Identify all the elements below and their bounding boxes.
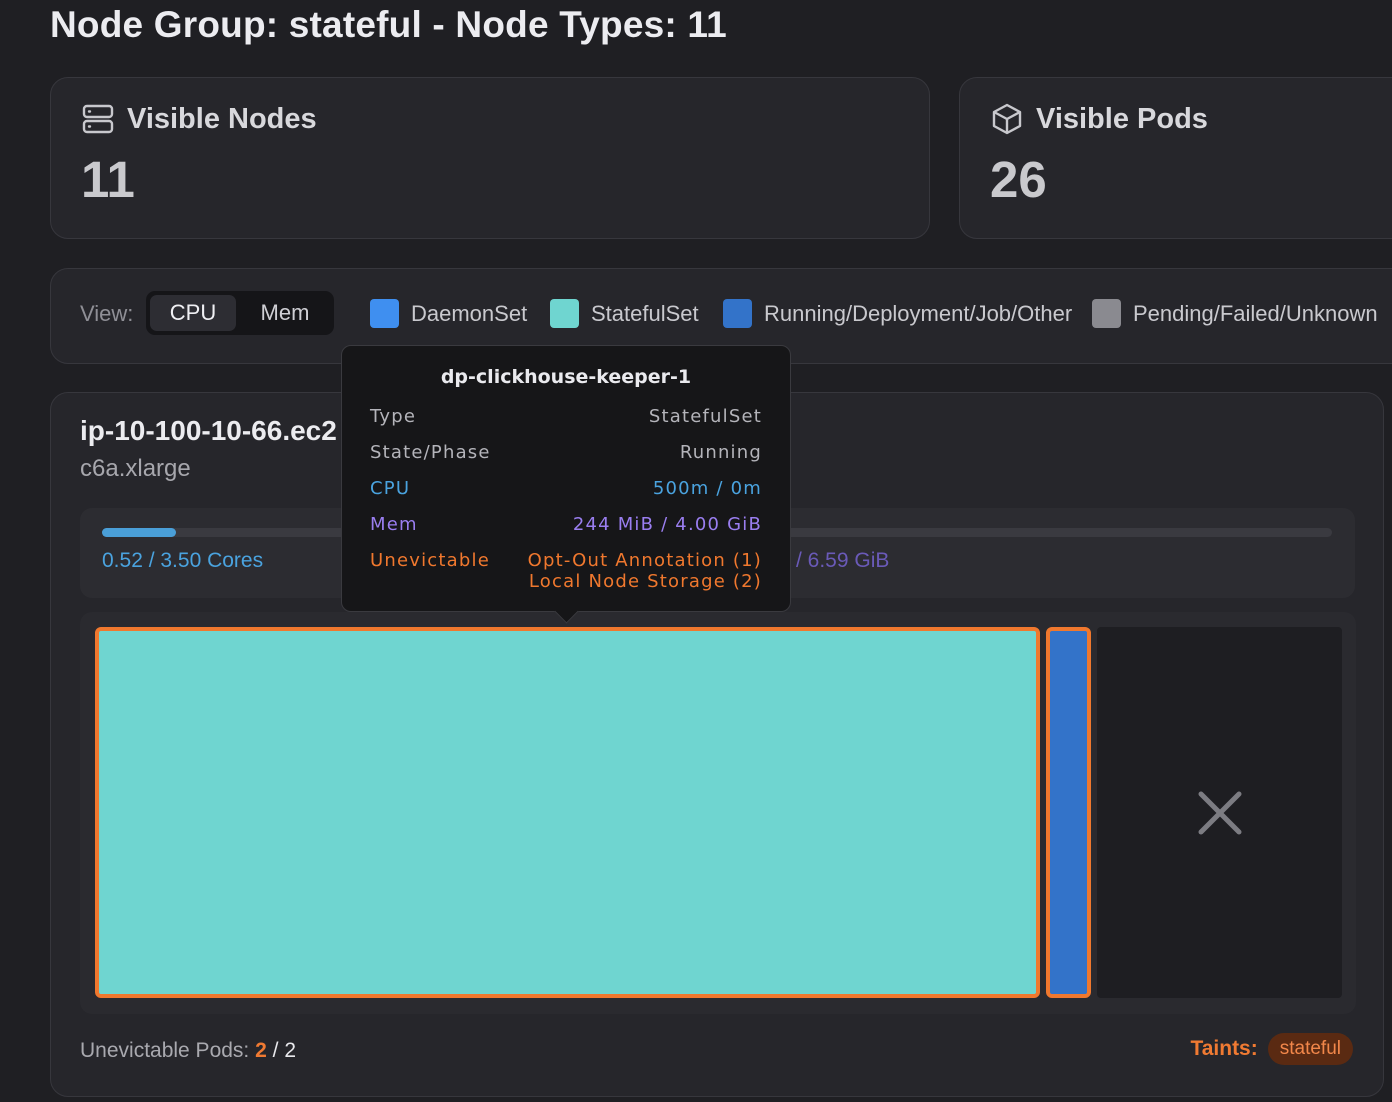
node-instance-type: c6a.xlarge: [80, 455, 191, 482]
cube-icon: [990, 102, 1024, 136]
tooltip-key: CPU: [370, 478, 411, 499]
tooltip-key: Mem: [370, 514, 418, 535]
legend-label: Pending/Failed/Unknown: [1133, 300, 1378, 326]
tooltip-value-line: Opt-Out Annotation (1): [527, 550, 762, 571]
tooltip-value: StatefulSet: [648, 406, 762, 427]
visible-pods-card: Visible Pods 26: [959, 77, 1392, 239]
tooltip-row-type: Type StatefulSet: [370, 406, 762, 427]
tooltip-row-state: State/Phase Running: [370, 442, 762, 463]
free-capacity-block: [1097, 627, 1342, 998]
close-icon: [1197, 790, 1243, 841]
pod-block-statefulset[interactable]: [95, 627, 1040, 998]
node-name: ip-10-100-10-66.ec2: [80, 415, 337, 446]
unevictable-pods: Unevictable Pods: 2 / 2: [80, 1039, 296, 1062]
tooltip-key: State/Phase: [370, 442, 491, 463]
legend-swatch: [1092, 299, 1121, 328]
legend-daemonset: DaemonSet: [370, 299, 527, 328]
unevictable-count: 2: [255, 1039, 267, 1062]
legend-swatch: [370, 299, 399, 328]
view-label: View:: [80, 301, 134, 326]
view-mem-button[interactable]: Mem: [240, 295, 330, 331]
server-icon: [81, 102, 115, 136]
tooltip-value: Running: [679, 442, 762, 463]
visible-pods-label: Visible Pods: [1036, 102, 1208, 135]
legend-label: Running/Deployment/Job/Other: [764, 300, 1073, 326]
pod-block-running[interactable]: [1046, 627, 1091, 998]
visible-nodes-card: Visible Nodes 11: [50, 77, 930, 239]
tooltip-value-line: Local Node Storage (2): [528, 571, 762, 592]
unevictable-total: 2: [284, 1039, 296, 1062]
taints: Taints: stateful: [1190, 1033, 1353, 1065]
page-title: Node Group: stateful - Node Types: 11: [50, 4, 727, 45]
legend-running: Running/Deployment/Job/Other: [723, 299, 1072, 328]
view-toggle: CPU Mem: [146, 291, 334, 335]
tooltip-row-mem: Mem 244 MiB / 4.00 GiB: [370, 514, 762, 535]
pod-tooltip: dp-clickhouse-keeper-1 Type StatefulSet …: [341, 345, 791, 612]
legend-label: DaemonSet: [411, 300, 528, 326]
legend-swatch: [550, 299, 579, 328]
tooltip-title: dp-clickhouse-keeper-1: [440, 366, 692, 388]
taints-label: Taints:: [1190, 1037, 1258, 1060]
tooltip-key: Unevictable: [370, 550, 490, 571]
cpu-usage-text: 0.52 / 3.50 Cores: [102, 549, 264, 572]
tooltip-value: Opt-Out Annotation (1) Local Node Storag…: [528, 550, 762, 592]
view-cpu-button[interactable]: CPU: [150, 295, 236, 331]
taint-badge: stateful: [1267, 1033, 1353, 1065]
tooltip-row-cpu: CPU 500m / 0m: [370, 478, 762, 499]
mem-usage-bar: [733, 528, 1332, 537]
legend-label: StatefulSet: [591, 300, 699, 326]
legend-swatch: [723, 299, 752, 328]
tooltip-value: 500m / 0m: [652, 478, 762, 499]
visible-nodes-value: 11: [81, 151, 135, 208]
tooltip-key: Type: [370, 406, 417, 427]
legend-statefulset: StatefulSet: [550, 299, 699, 328]
tooltip-value: 244 MiB / 4.00 GiB: [572, 514, 762, 535]
cpu-usage-fill: [102, 528, 177, 537]
unevictable-label: Unevictable Pods:: [80, 1039, 250, 1062]
visible-nodes-label: Visible Nodes: [127, 102, 317, 135]
legend-pending: Pending/Failed/Unknown: [1092, 299, 1378, 328]
pod-treemap: [80, 612, 1356, 1014]
visible-pods-value: 26: [990, 151, 1047, 208]
mem-usage-text: / 6.59 GiB: [796, 549, 890, 572]
tooltip-row-unevictable: Unevictable Opt-Out Annotation (1) Local…: [370, 550, 762, 592]
